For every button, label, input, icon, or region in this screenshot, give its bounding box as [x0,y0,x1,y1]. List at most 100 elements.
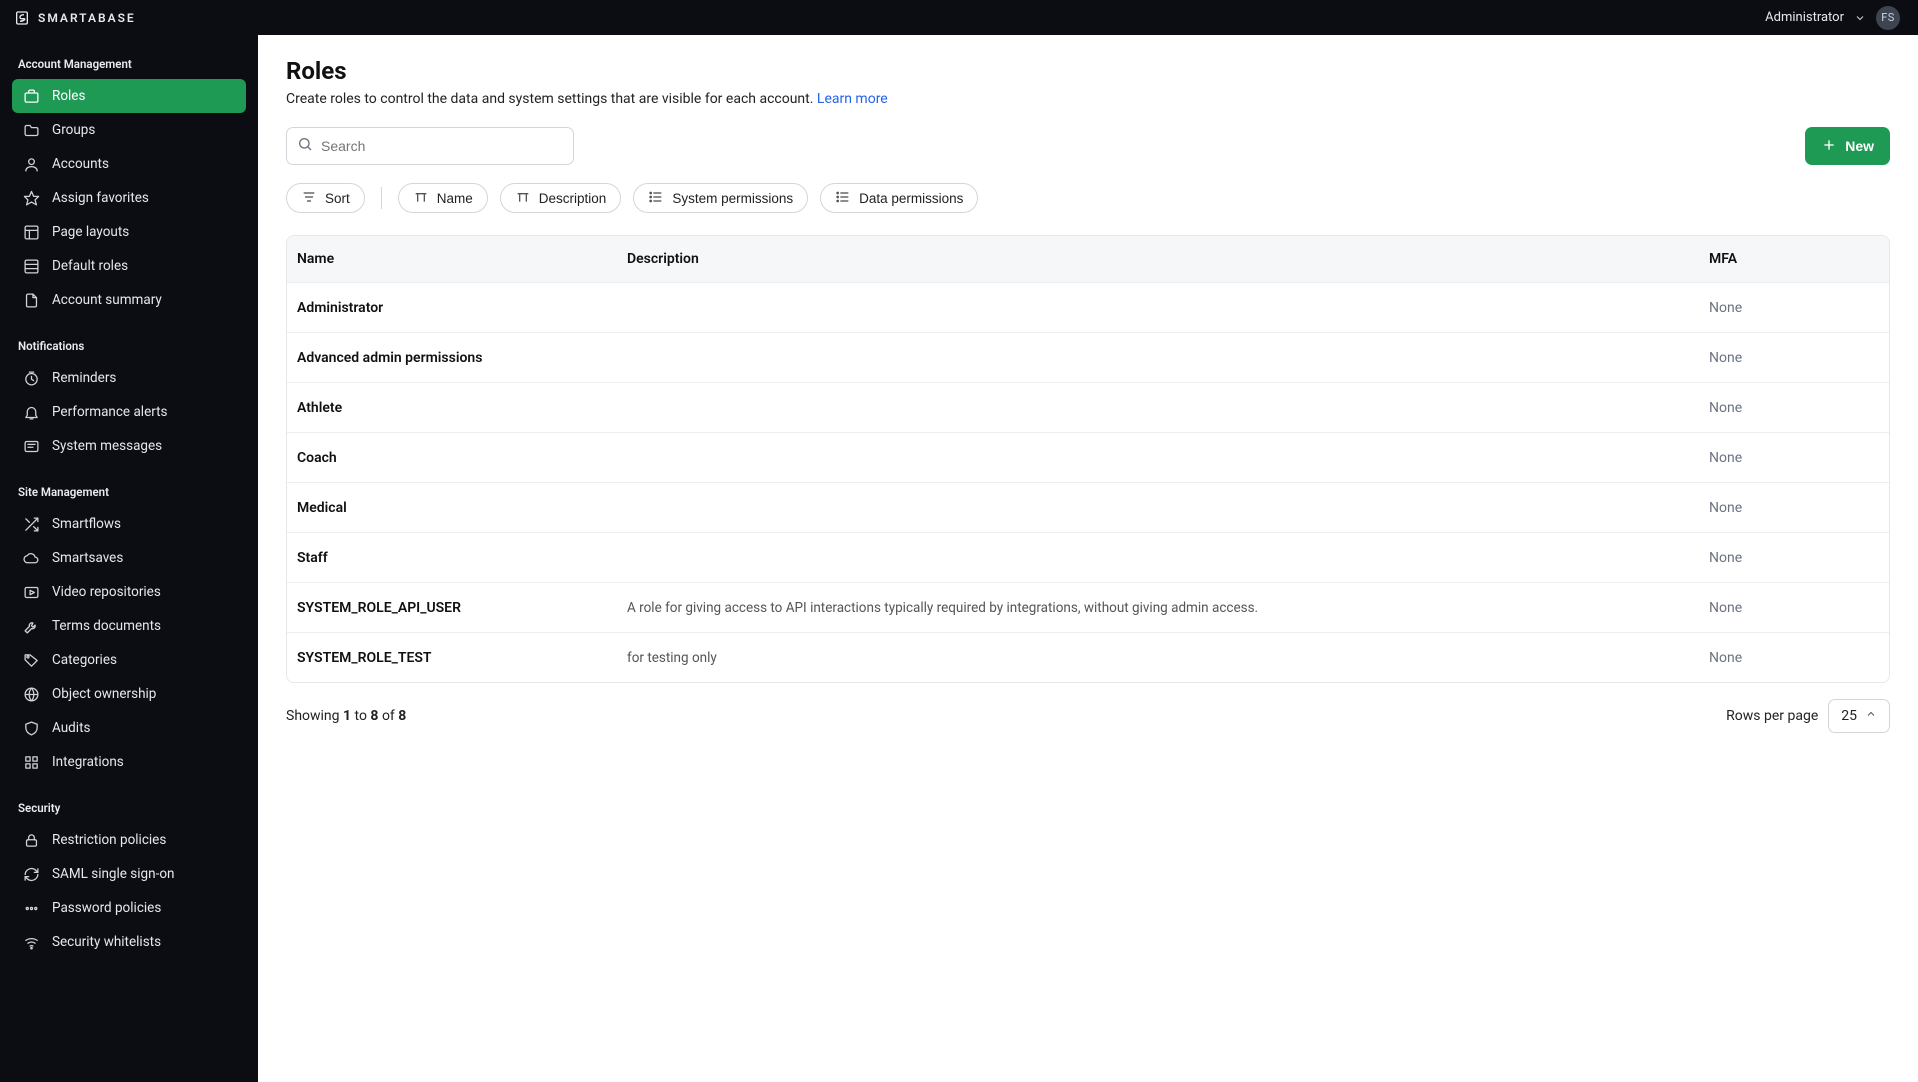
rows-per-page-select[interactable]: 25 [1828,699,1890,733]
user-menu-label[interactable]: Administrator [1765,10,1844,25]
sidebar-item-video-repositories[interactable]: Video repositories [12,575,246,609]
sidebar-item-label: Roles [52,88,85,104]
sidebar-item-system-messages[interactable]: System messages [12,429,246,463]
sidebar-item-groups[interactable]: Groups [12,113,246,147]
sidebar-item-smartflows[interactable]: Smartflows [12,507,246,541]
filter-data-permissions-chip[interactable]: Data permissions [820,183,978,213]
filter-name-chip[interactable]: Name [398,183,488,213]
cell-name: Athlete [297,400,627,416]
sidebar-item-label: Integrations [52,754,124,770]
sort-icon [301,189,317,208]
sidebar-item-label: Groups [52,122,95,138]
sidebar-item-roles[interactable]: Roles [12,79,246,113]
sidebar-section-title: Security [12,793,246,823]
lock-icon [22,832,40,849]
brand: SMARTABASE [14,10,136,26]
sidebar-item-integrations[interactable]: Integrations [12,745,246,779]
cell-mfa: None [1709,600,1879,616]
table-header-row: Name Description MFA [287,236,1889,282]
table-row[interactable]: CoachNone [287,432,1889,482]
sidebar-item-object-ownership[interactable]: Object ownership [12,677,246,711]
text-icon [515,189,531,208]
filter-description-chip[interactable]: Description [500,183,622,213]
sidebar-item-restriction-policies[interactable]: Restriction policies [12,823,246,857]
cell-description: for testing only [627,650,1709,666]
table-row[interactable]: Medical None [287,482,1889,532]
cell-name: Staff [297,550,627,566]
sort-chip-label: Sort [325,191,350,206]
toolbar: New [286,127,1890,165]
sidebar-item-label: Categories [52,652,117,668]
sidebar: Account ManagementRolesGroupsAccountsAss… [0,35,258,1082]
filters-row: Sort Name Description System permissions [286,183,1890,213]
brand-logo-icon [14,10,30,26]
cell-description: A role for giving access to API interact… [627,600,1709,616]
table-row[interactable]: Staff None [287,532,1889,582]
sidebar-item-label: Password policies [52,900,161,916]
cell-mfa: None [1709,650,1879,666]
showing-word: Showing [286,708,343,724]
cell-mfa: None [1709,550,1879,566]
tool-icon [22,618,40,635]
sidebar-item-audits[interactable]: Audits [12,711,246,745]
page-subtitle-text: Create roles to control the data and sys… [286,91,817,107]
col-header-description: Description [627,251,1709,267]
table-row[interactable]: SYSTEM_ROLE_API_USERA role for giving ac… [287,582,1889,632]
avatar[interactable]: FS [1876,6,1900,30]
sidebar-item-terms-documents[interactable]: Terms documents [12,609,246,643]
sidebar-item-label: Smartflows [52,516,121,532]
table-row[interactable]: AthleteNone [287,382,1889,432]
layout-icon [22,224,40,241]
roles-table: Name Description MFA AdministratorNoneAd… [286,235,1890,683]
new-button-label: New [1845,138,1874,154]
sidebar-item-page-layouts[interactable]: Page layouts [12,215,246,249]
rows-per-page-value: 25 [1841,708,1857,724]
table-row[interactable]: AdministratorNone [287,282,1889,332]
sidebar-item-assign-favorites[interactable]: Assign favorites [12,181,246,215]
table-row[interactable]: Advanced admin permissionsNone [287,332,1889,382]
filter-system-permissions-label: System permissions [672,191,793,206]
learn-more-link[interactable]: Learn more [817,91,888,107]
list-icon [835,189,851,208]
sidebar-item-security-whitelists[interactable]: Security whitelists [12,925,246,959]
sidebar-item-categories[interactable]: Categories [12,643,246,677]
sidebar-item-label: Audits [52,720,90,736]
sort-chip[interactable]: Sort [286,183,365,213]
main-content: Roles Create roles to control the data a… [258,35,1918,1082]
sidebar-item-saml-single-sign-on[interactable]: SAML single sign-on [12,857,246,891]
cell-name: Medical [297,500,627,516]
bell-icon [22,404,40,421]
sidebar-item-performance-alerts[interactable]: Performance alerts [12,395,246,429]
shuffle-icon [22,516,40,533]
sidebar-item-accounts[interactable]: Accounts [12,147,246,181]
search-input-wrapper[interactable] [286,127,574,165]
sidebar-item-account-summary[interactable]: Account summary [12,283,246,317]
brand-text: SMARTABASE [38,11,136,25]
topbar: SMARTABASE Administrator FS [0,0,1918,35]
sidebar-item-reminders[interactable]: Reminders [12,361,246,395]
plus-icon [1821,137,1837,156]
table-row[interactable]: SYSTEM_ROLE_TESTfor testing onlyNone [287,632,1889,682]
chevron-down-icon[interactable] [1854,12,1866,24]
cell-name: Coach [297,450,627,466]
sidebar-item-label: System messages [52,438,162,454]
sidebar-item-label: Page layouts [52,224,129,240]
page-title: Roles [286,57,1890,85]
cell-name: Administrator [297,300,627,316]
search-input[interactable] [321,138,563,154]
filter-name-label: Name [437,191,473,206]
table-footer: Showing 1 to 8 of 8 Rows per page 25 [286,699,1890,733]
rows-per-page-label: Rows per page [1726,708,1818,724]
layers-icon [22,258,40,275]
filter-description-label: Description [539,191,607,206]
sidebar-item-smartsaves[interactable]: Smartsaves [12,541,246,575]
briefcase-icon [22,88,40,105]
message-icon [22,438,40,455]
sidebar-item-label: Default roles [52,258,128,274]
new-button[interactable]: New [1805,127,1890,165]
sidebar-item-default-roles[interactable]: Default roles [12,249,246,283]
sidebar-item-password-policies[interactable]: Password policies [12,891,246,925]
cell-mfa: None [1709,500,1879,516]
filter-system-permissions-chip[interactable]: System permissions [633,183,808,213]
of-word: of [378,708,398,724]
